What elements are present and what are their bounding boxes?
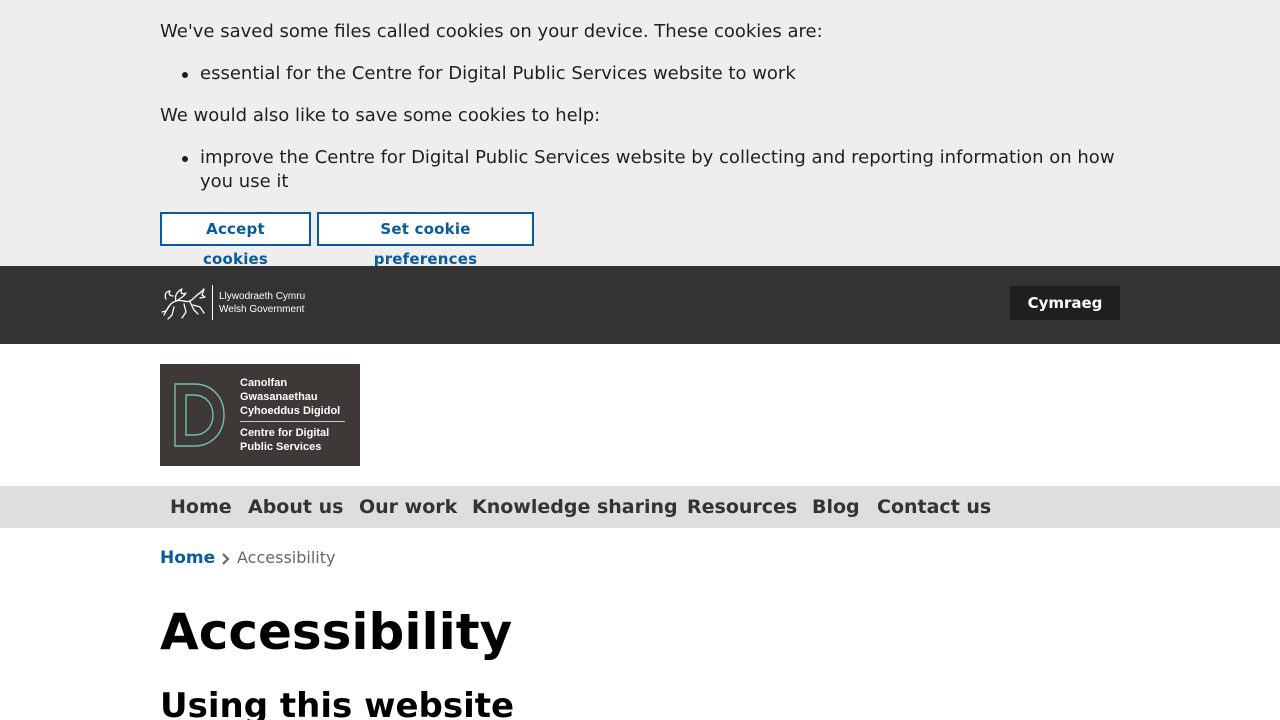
breadcrumb-home-link[interactable]: Home: [160, 546, 215, 570]
welsh-government-logo[interactable]: Llywodraeth Cymru Welsh Government: [160, 285, 305, 321]
essential-cookie-list: essential for the Centre for Digital Pub…: [160, 62, 1120, 86]
accept-cookies-button[interactable]: Accept cookies: [160, 212, 311, 268]
essential-cookie-item: essential for the Centre for Digital Pub…: [160, 62, 1120, 86]
government-header: Llywodraeth Cymru Welsh Government Cymra…: [0, 266, 1280, 344]
set-cookie-preferences-button[interactable]: Set cookie preferences: [317, 212, 534, 268]
nav-item-blog[interactable]: Blog: [812, 486, 860, 528]
page-title: Accessibility: [160, 603, 513, 661]
logo-divider-line: [240, 421, 345, 422]
site-logo[interactable]: Canolfan Gwasanaethau Cyhoeddus Digidol …: [160, 364, 360, 466]
logo-text-welsh: Llywodraeth Cymru: [219, 291, 306, 302]
nav-item-contact-us[interactable]: Contact us: [877, 486, 991, 528]
logo-text-english: Welsh Government: [219, 304, 305, 315]
logo-welsh-line-2: Gwasanaethau: [240, 391, 318, 403]
logo-welsh-line-3: Cyhoeddus Digidol: [240, 405, 341, 417]
language-toggle-button[interactable]: Cymraeg: [1010, 286, 1120, 320]
section-heading: Using this website: [160, 686, 515, 720]
nav-item-resources[interactable]: Resources: [687, 486, 797, 528]
nav-item-knowledge-sharing[interactable]: Knowledge sharing: [472, 486, 678, 528]
cookie-banner: We've saved some files called cookies on…: [0, 0, 1280, 268]
chevron-right-icon: [221, 551, 231, 570]
cookie-intro-text: We've saved some files called cookies on…: [160, 21, 823, 42]
cookie-optional-intro-text: We would also like to save some cookies …: [160, 105, 601, 126]
logo-english-line-1: Centre for Digital: [240, 427, 330, 439]
logo-divider: [212, 285, 213, 320]
breadcrumb-current-page: Accessibility: [237, 548, 336, 567]
optional-cookie-item: improve the Centre for Digital Public Se…: [160, 146, 1120, 194]
main-navigation: Home About us Our work Knowledge sharing…: [0, 486, 1280, 528]
logo-welsh-line-1: Canolfan: [240, 377, 288, 389]
nav-item-our-work[interactable]: Our work: [359, 486, 457, 528]
nav-item-home[interactable]: Home: [170, 486, 232, 528]
nav-item-about-us[interactable]: About us: [248, 486, 343, 528]
logo-english-line-2: Public Services: [240, 441, 322, 453]
optional-cookie-list: improve the Centre for Digital Public Se…: [160, 146, 1120, 194]
